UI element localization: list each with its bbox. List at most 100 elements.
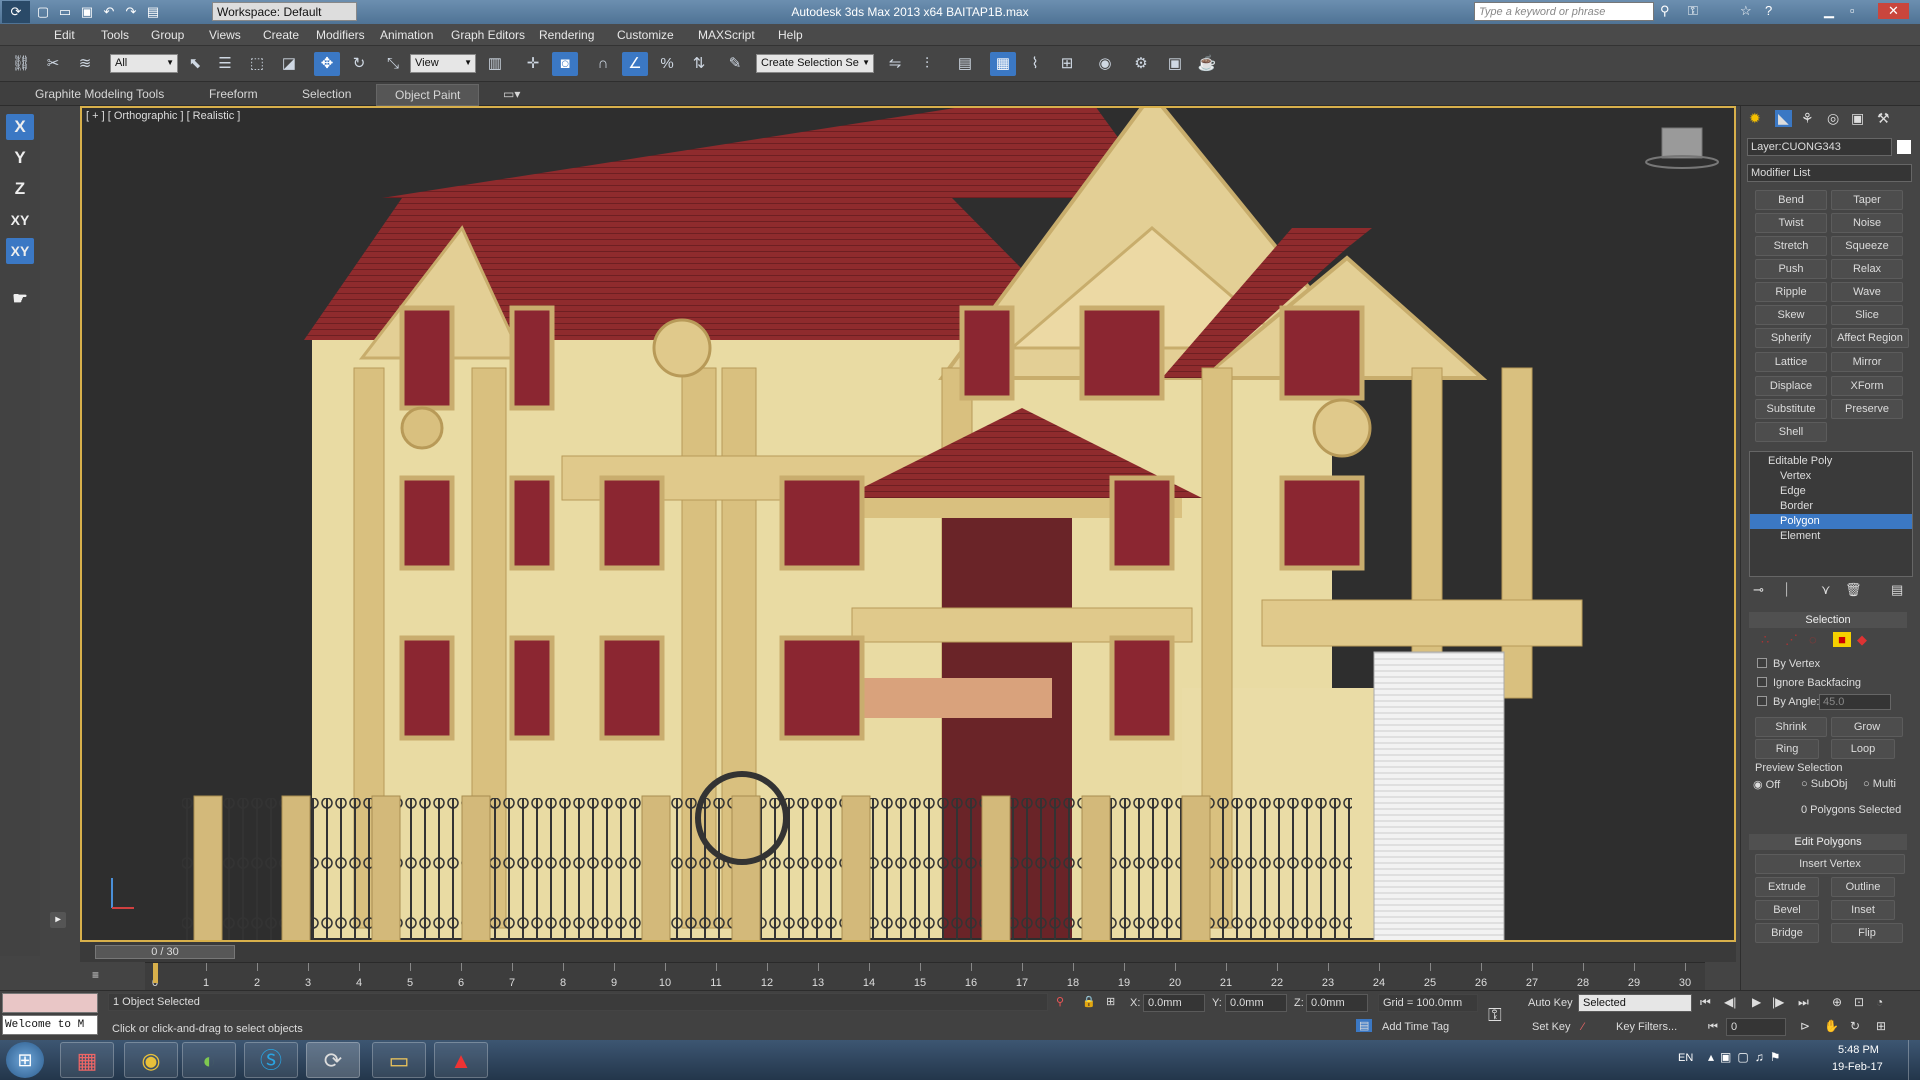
- coccoc-icon[interactable]: ◐: [182, 1042, 236, 1078]
- edge-level-icon[interactable]: ⋰: [1785, 632, 1798, 648]
- constrain-xy-button[interactable]: XY: [6, 207, 34, 233]
- maxscript-listener-input[interactable]: Welcome to M: [2, 1015, 98, 1035]
- selection-rollout-header[interactable]: Selection: [1749, 612, 1907, 628]
- time-slider[interactable]: 0 / 30: [95, 945, 235, 959]
- absolute-mode-icon[interactable]: ⊞: [1106, 995, 1115, 1008]
- pin-stack-icon[interactable]: ⊸: [1753, 582, 1764, 598]
- key-mode-dropdown[interactable]: Selected: [1578, 994, 1692, 1012]
- graphite-toggle-icon[interactable]: ▦: [990, 52, 1016, 76]
- viewport-orthographic[interactable]: [80, 106, 1736, 942]
- create-tab-icon[interactable]: ✹: [1749, 110, 1761, 127]
- time-slider-track[interactable]: [80, 942, 1736, 962]
- menu-animation[interactable]: Animation: [380, 28, 433, 42]
- schematic-view-icon[interactable]: ⊞: [1054, 52, 1080, 76]
- snaps-toggle-icon[interactable]: ∩: [590, 52, 616, 76]
- tab-object-paint[interactable]: Object Paint: [376, 84, 480, 106]
- menu-create[interactable]: Create: [263, 28, 299, 42]
- menu-maxscript[interactable]: MAXScript: [698, 28, 755, 42]
- grow-button[interactable]: Grow: [1831, 717, 1903, 737]
- modifier-stretch-button[interactable]: Stretch: [1755, 236, 1827, 256]
- menu-views[interactable]: Views: [209, 28, 241, 42]
- modifier-affect-region-button[interactable]: Affect Region: [1831, 328, 1909, 348]
- play-icon[interactable]: ▶: [1752, 995, 1761, 1009]
- modify-tab-icon[interactable]: ◣: [1775, 110, 1792, 127]
- modifier-shell-button[interactable]: Shell: [1755, 422, 1827, 442]
- modifier-wave-button[interactable]: Wave: [1831, 282, 1903, 302]
- add-time-tag[interactable]: Add Time Tag: [1382, 1021, 1449, 1033]
- menu-graph-editors[interactable]: Graph Editors: [451, 28, 525, 42]
- angle-snap-icon[interactable]: ∠: [622, 52, 648, 76]
- layer-manager-icon[interactable]: ▤: [952, 52, 978, 76]
- menu-rendering[interactable]: Rendering: [539, 28, 594, 42]
- time-tag-icon[interactable]: ▤: [1356, 1019, 1373, 1032]
- isolate-icon[interactable]: ⚲: [1056, 995, 1064, 1008]
- minimize-icon[interactable]: ▁: [1824, 3, 1834, 19]
- display-tab-icon[interactable]: ▣: [1851, 110, 1864, 127]
- rotate-icon[interactable]: ↻: [346, 52, 372, 76]
- save-icon[interactable]: ▣: [78, 4, 96, 20]
- mini-curve-editor-icon[interactable]: ≡: [92, 968, 110, 984]
- angle-spinner[interactable]: 45.0: [1819, 694, 1891, 710]
- element-level-icon[interactable]: ◆: [1857, 632, 1867, 648]
- skype-icon[interactable]: Ⓢ: [244, 1042, 298, 1078]
- keyboard-shortcut-toggle-icon[interactable]: ◙: [552, 52, 578, 76]
- autocad-icon[interactable]: ▲: [434, 1042, 488, 1078]
- field-of-view-icon[interactable]: ⊳: [1800, 1019, 1810, 1033]
- move-icon[interactable]: ✥: [314, 52, 340, 76]
- inset-button[interactable]: Inset: [1831, 900, 1895, 920]
- modifier-lattice-button[interactable]: Lattice: [1755, 352, 1827, 372]
- taskbar-app-icon[interactable]: ▦: [60, 1042, 114, 1078]
- open-file-icon[interactable]: ▭: [56, 4, 74, 20]
- goto-start-icon[interactable]: ⏮: [1700, 995, 1711, 1010]
- modifier-skew-button[interactable]: Skew: [1755, 305, 1827, 325]
- constrain-x-button[interactable]: X: [6, 114, 34, 140]
- app-logo-icon[interactable]: ⟳: [2, 1, 30, 23]
- constrain-xy-cycle-button[interactable]: XY: [6, 238, 34, 264]
- bevel-button[interactable]: Bevel: [1755, 900, 1819, 920]
- extrude-button[interactable]: Extrude: [1755, 877, 1819, 897]
- ring-button[interactable]: Ring: [1755, 739, 1819, 759]
- clock-date[interactable]: 19-Feb-17: [1832, 1061, 1883, 1073]
- named-selection-dropdown[interactable]: Create Selection Se: [756, 54, 874, 73]
- render-production-icon[interactable]: ☕: [1194, 52, 1220, 76]
- preview-off-radio[interactable]: ◉ Off: [1753, 778, 1780, 791]
- stack-item-polygon[interactable]: Polygon: [1750, 514, 1912, 529]
- select-manipulate-icon[interactable]: ✛: [520, 52, 546, 76]
- next-frame-icon[interactable]: |▶: [1772, 995, 1784, 1009]
- maximize-icon[interactable]: ▫: [1850, 3, 1855, 18]
- tab-selection[interactable]: Selection: [302, 87, 351, 101]
- menu-help[interactable]: Help: [778, 28, 803, 42]
- bridge-button[interactable]: Bridge: [1755, 923, 1819, 943]
- z-coordinate-field[interactable]: 0.0mm: [1306, 994, 1368, 1012]
- align-icon[interactable]: ⫶: [914, 52, 940, 76]
- menu-group[interactable]: Group: [151, 28, 184, 42]
- set-key-icon[interactable]: ⚿: [1488, 1005, 1502, 1026]
- zoom-extents-icon[interactable]: ⊕: [1832, 995, 1842, 1009]
- viewport-label[interactable]: [ + ] [ Orthographic ] [ Realistic ]: [86, 110, 240, 122]
- project-folder-icon[interactable]: ▤: [144, 4, 162, 20]
- show-desktop-button[interactable]: [1908, 1040, 1920, 1080]
- close-icon[interactable]: ✕: [1878, 3, 1909, 19]
- help-icon[interactable]: ?: [1765, 3, 1772, 18]
- tab-freeform[interactable]: Freeform: [209, 87, 258, 101]
- redo-icon[interactable]: ↷: [122, 4, 140, 20]
- set-key-button[interactable]: Set Key: [1532, 1021, 1571, 1033]
- preview-subobj-radio[interactable]: ○ SubObj: [1801, 778, 1847, 790]
- orbit-icon[interactable]: ◔: [1876, 995, 1883, 1009]
- remove-modifier-icon[interactable]: 🗑: [1845, 582, 1862, 598]
- key-filters-button[interactable]: Key Filters...: [1616, 1021, 1677, 1033]
- modifier-displace-button[interactable]: Displace: [1755, 376, 1827, 396]
- modifier-bend-button[interactable]: Bend: [1755, 190, 1827, 210]
- edit-polygons-rollout-header[interactable]: Edit Polygons: [1749, 834, 1907, 850]
- maximize-viewport-icon[interactable]: ⊞: [1876, 1019, 1886, 1033]
- shrink-button[interactable]: Shrink: [1755, 717, 1827, 737]
- pivot-center-icon[interactable]: ▥: [482, 52, 508, 76]
- percent-snap-icon[interactable]: %: [654, 52, 680, 76]
- menu-modifiers[interactable]: Modifiers: [316, 28, 365, 42]
- by-vertex-checkbox[interactable]: By Vertex: [1757, 658, 1820, 670]
- modifier-push-button[interactable]: Push: [1755, 259, 1827, 279]
- star-icon[interactable]: ☆: [1740, 3, 1752, 19]
- stack-item-vertex[interactable]: Vertex: [1750, 469, 1912, 484]
- modifier-relax-button[interactable]: Relax: [1831, 259, 1903, 279]
- binoculars-icon[interactable]: ⚲: [1660, 3, 1670, 19]
